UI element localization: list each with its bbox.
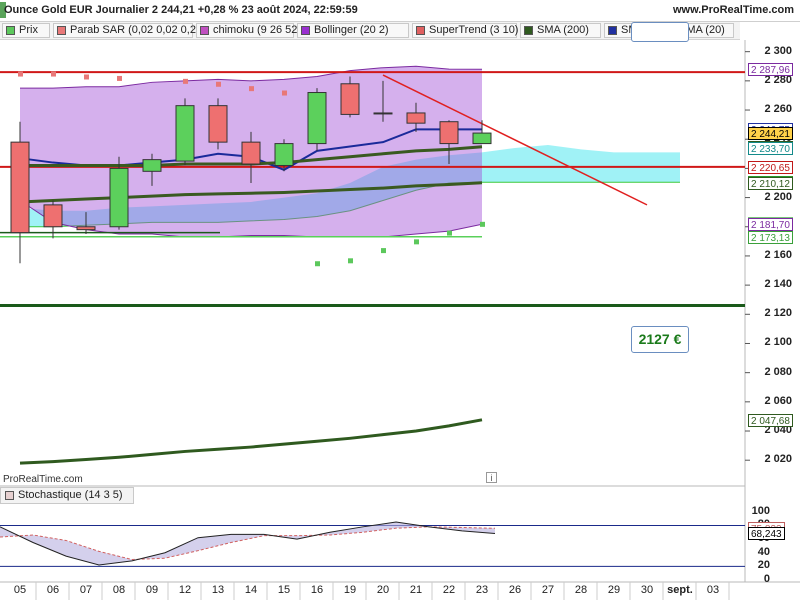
candle-body <box>175 105 195 162</box>
date-tick-label: 20 <box>376 584 390 596</box>
date-tick-label: 26 <box>508 584 522 596</box>
sar-point <box>216 81 221 87</box>
price-tag: 2 233,70 <box>748 142 793 156</box>
date-tick-label: 03 <box>706 584 720 596</box>
price-tick-label: 2 260 <box>764 103 792 116</box>
date-tick-label: 30 <box>640 584 654 596</box>
sar-point <box>414 239 419 245</box>
price-tick-label: 2 300 <box>764 44 792 57</box>
stochastic-tick-label: 100 <box>751 504 770 517</box>
date-tick-label: 08 <box>112 584 126 596</box>
date-tick-label: 12 <box>178 584 192 596</box>
stochastic-swatch-icon <box>5 491 14 500</box>
sar-point <box>117 75 122 81</box>
price-tick-label: 2 160 <box>764 248 792 261</box>
date-tick-label: 05 <box>13 584 27 596</box>
candle-body <box>10 141 30 234</box>
price-tick-label: 2 100 <box>764 336 792 349</box>
stochastic-tag: 68,243 <box>748 527 785 541</box>
sar-point <box>480 221 485 227</box>
price-tick-label: 2 200 <box>764 190 792 203</box>
date-tick-label: 09 <box>145 584 159 596</box>
price-tag: 2 287,96 <box>748 63 793 77</box>
sar-point <box>51 71 56 77</box>
date-tick-label: 22 <box>442 584 456 596</box>
date-tick-label: 29 <box>607 584 621 596</box>
stochastic-tick-label: 0 <box>763 573 770 585</box>
stochastic-tick-label: 40 <box>757 545 770 558</box>
date-tick-label: sept. <box>667 584 693 596</box>
candle-body <box>472 132 492 145</box>
price-chart-canvas[interactable] <box>0 0 800 600</box>
candle-body <box>109 167 129 228</box>
sar-point <box>348 258 353 264</box>
sar-point <box>381 248 386 254</box>
price-tag: 2 244,21 <box>748 127 793 141</box>
candle-body <box>373 112 393 115</box>
sar-point <box>315 261 320 267</box>
candle-body <box>406 112 426 124</box>
sma200-line <box>19 418 483 465</box>
date-tick-label: 14 <box>244 584 258 596</box>
stochastic-tick-label: 20 <box>757 559 770 572</box>
date-tick-label: 19 <box>343 584 357 596</box>
sar-point <box>18 71 23 77</box>
candle-body <box>76 226 96 231</box>
sar-point <box>84 74 89 80</box>
candle-body <box>43 204 63 228</box>
date-tick-label: 13 <box>211 584 225 596</box>
price-tag: 2 173,13 <box>748 230 793 244</box>
price-info-box: 2127 € <box>631 326 689 353</box>
stochastic-label: Stochastique (14 3 5) <box>18 489 123 501</box>
candle-body <box>307 92 327 145</box>
price-tick-label: 2 020 <box>764 453 792 466</box>
date-tick-label: 27 <box>541 584 555 596</box>
price-tag: 2 047,68 <box>748 413 793 427</box>
price-tick-label: 2 080 <box>764 365 792 378</box>
info-icon[interactable]: i <box>486 472 497 483</box>
date-tick-label: 15 <box>277 584 291 596</box>
date-tick-label: 06 <box>46 584 60 596</box>
source-label: ProRealTime.com <box>3 474 83 485</box>
candle-body <box>340 83 360 115</box>
price-tag: 2 220,65 <box>748 161 793 175</box>
candle-body <box>274 143 294 166</box>
stochastic-panel-header[interactable]: Stochastique (14 3 5) <box>0 487 134 504</box>
candle-body <box>241 141 261 165</box>
price-tag: 2 210,12 <box>748 176 793 190</box>
sar-point <box>249 86 254 92</box>
sar-point <box>183 78 188 84</box>
sar-point <box>282 90 287 96</box>
date-tick-label: 07 <box>79 584 93 596</box>
sar-point <box>447 230 452 236</box>
date-tick-label: 23 <box>475 584 489 596</box>
date-tick-label: 28 <box>574 584 588 596</box>
price-tag: 2 181,70 <box>748 218 793 232</box>
date-tick-label: 21 <box>409 584 423 596</box>
price-tick-label: 2 060 <box>764 394 792 407</box>
price-tick-label: 2 120 <box>764 307 792 320</box>
price-tick-label: 2 140 <box>764 278 792 291</box>
candle-body <box>439 121 459 145</box>
candle-body <box>208 105 228 143</box>
candle-body <box>142 159 162 172</box>
date-tick-label: 16 <box>310 584 324 596</box>
